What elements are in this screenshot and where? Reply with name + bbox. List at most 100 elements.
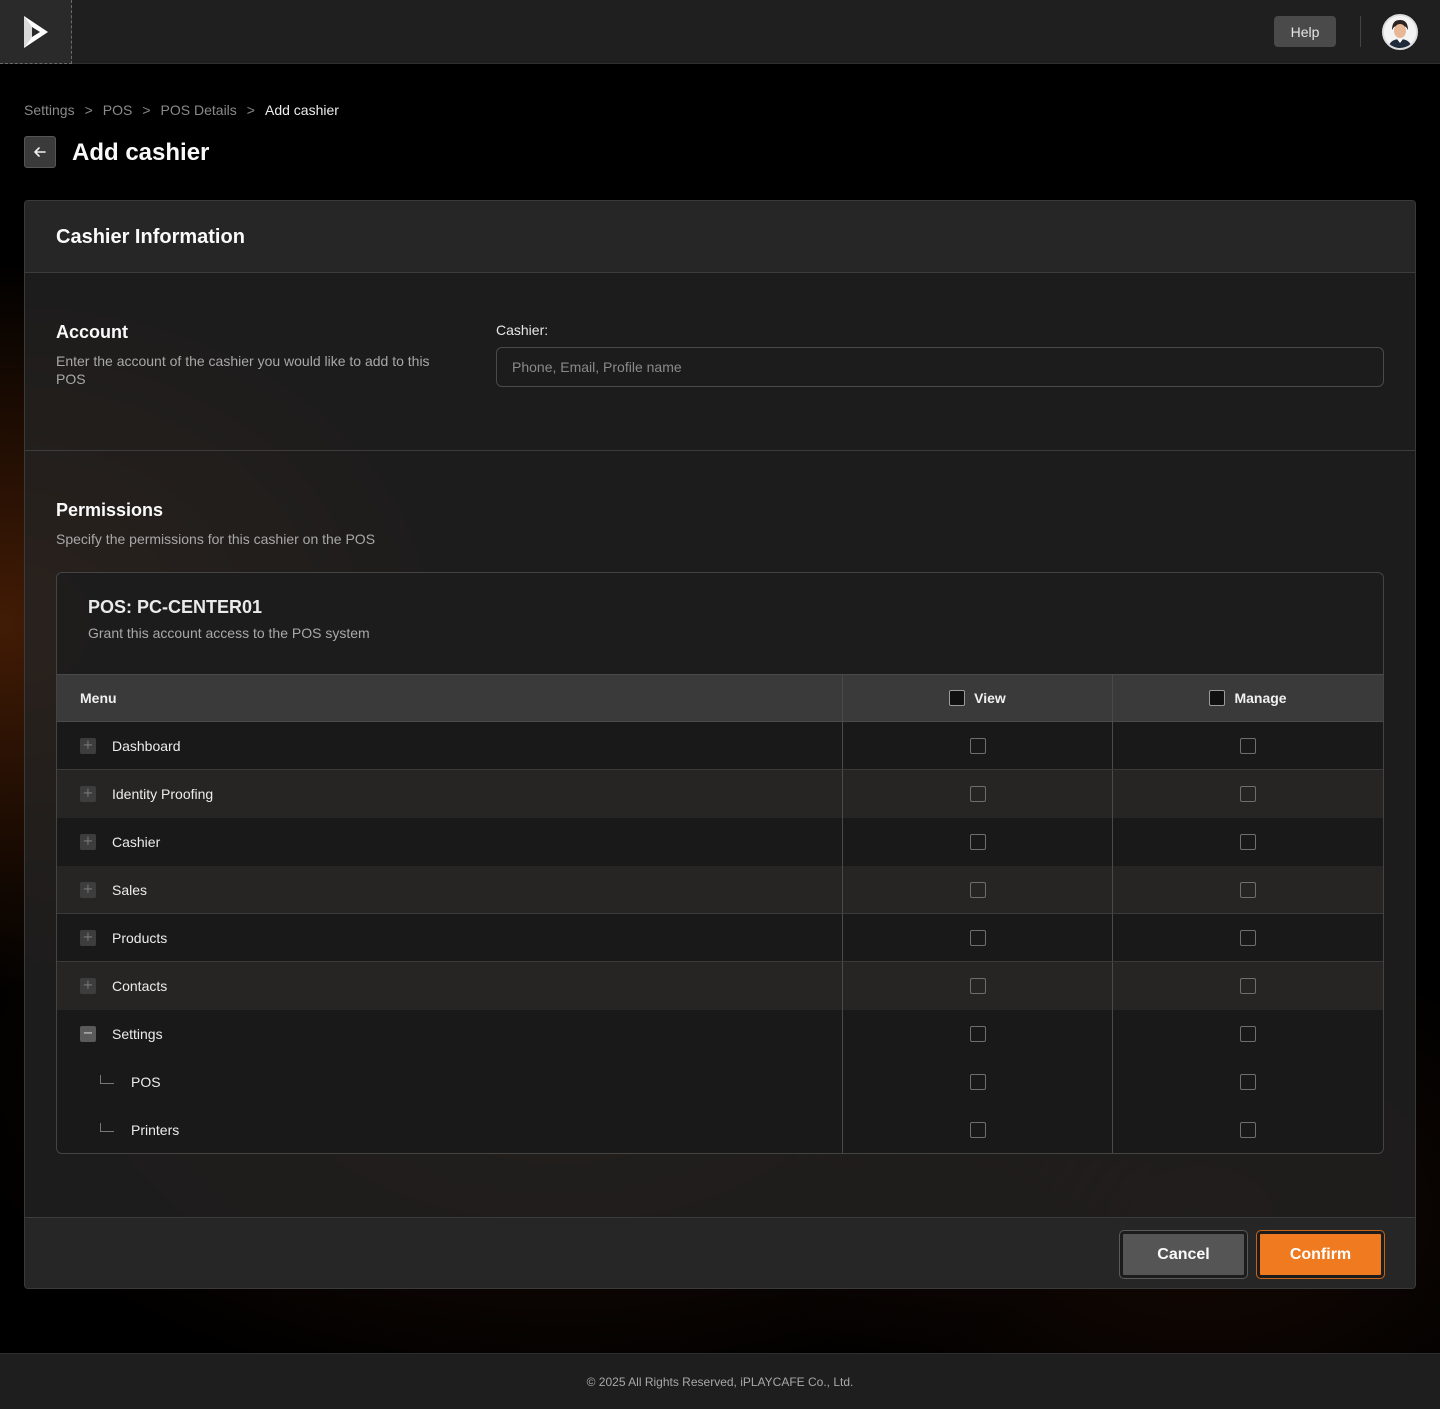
table-row: + Identity Proofing <box>57 770 1383 818</box>
expand-icon[interactable]: + <box>80 929 96 946</box>
permissions-section-title: Permissions <box>56 500 164 520</box>
table-row: + Sales <box>57 866 1383 914</box>
row-menu-cell: + Dashboard <box>57 722 843 769</box>
page-footer: © 2025 All Rights Reserved, iPLAYCAFE Co… <box>0 1353 1440 1409</box>
view-checkbox[interactable] <box>969 881 986 898</box>
select-all-manage-checkbox[interactable] <box>1209 690 1226 706</box>
card-title: Cashier Information <box>56 226 245 248</box>
topbar-divider <box>1360 16 1361 47</box>
expand-icon[interactable]: + <box>80 737 96 754</box>
cashier-input[interactable] <box>496 347 1384 387</box>
account-section-description: Enter the account of the cashier you wou… <box>56 353 430 387</box>
row-menu-cell: + Contacts <box>57 962 843 1010</box>
row-view-cell <box>843 1106 1113 1153</box>
row-menu-cell: POS <box>57 1058 843 1106</box>
pos-permissions-box: POS: PC-CENTER01 Grant this account acce… <box>56 572 1384 1154</box>
column-header-menu: Menu <box>80 690 117 706</box>
row-manage-cell <box>1113 1058 1383 1106</box>
table-header: Menu View Manage <box>57 674 1383 722</box>
row-menu-cell: + Cashier <box>57 818 843 866</box>
row-menu-cell: − Settings <box>57 1010 843 1058</box>
view-checkbox[interactable] <box>969 929 986 946</box>
row-label: Cashier <box>112 834 161 850</box>
row-label: Sales <box>112 881 148 898</box>
expand-icon[interactable]: + <box>80 978 96 994</box>
manage-checkbox[interactable] <box>1240 1074 1256 1090</box>
breadcrumb-item-current: Add cashier <box>264 102 339 118</box>
account-section-title: Account <box>56 322 128 342</box>
manage-checkbox[interactable] <box>1240 1026 1256 1042</box>
row-manage-cell <box>1113 722 1383 769</box>
pos-title: POS: PC-CENTER01 <box>88 597 263 617</box>
view-checkbox[interactable] <box>969 1074 986 1090</box>
row-menu-cell: Printers <box>57 1106 843 1153</box>
breadcrumb-separator: > <box>246 102 255 118</box>
row-menu-cell: + Identity Proofing <box>57 770 843 818</box>
pos-description: Grant this account access to the POS sys… <box>88 625 370 641</box>
top-bar: Help <box>0 0 1440 64</box>
tree-branch-icon <box>100 1074 114 1084</box>
select-all-view-checkbox[interactable] <box>949 690 966 706</box>
row-label: Printers <box>131 1122 180 1138</box>
row-manage-cell <box>1113 866 1383 913</box>
manage-checkbox[interactable] <box>1240 1122 1256 1138</box>
row-label: Products <box>112 929 168 946</box>
row-label: Contacts <box>112 978 168 994</box>
view-checkbox[interactable] <box>969 978 986 994</box>
expand-icon[interactable]: + <box>80 786 96 802</box>
row-view-cell <box>843 770 1113 818</box>
breadcrumb-separator: > <box>84 102 93 118</box>
table-row: + Products <box>57 914 1383 962</box>
view-checkbox[interactable] <box>969 737 986 754</box>
table-row: + Contacts <box>57 962 1383 1010</box>
view-checkbox[interactable] <box>969 1122 986 1138</box>
user-avatar-icon <box>1384 16 1416 48</box>
row-label: Settings <box>112 1026 163 1042</box>
avatar[interactable] <box>1382 14 1418 50</box>
row-manage-cell <box>1113 818 1383 866</box>
confirm-button[interactable]: Confirm <box>1257 1231 1384 1278</box>
row-view-cell <box>843 818 1113 866</box>
back-button[interactable] <box>24 136 56 168</box>
row-manage-cell <box>1113 770 1383 818</box>
cashier-field-label: Cashier: <box>496 322 549 338</box>
table-row: + Dashboard <box>57 722 1383 770</box>
permissions-table: Menu View Manage + Dashboard + Identity … <box>57 674 1383 1153</box>
column-header-view: View <box>974 690 1006 706</box>
row-label: POS <box>131 1074 161 1090</box>
card-header: Cashier Information <box>25 201 1415 273</box>
manage-checkbox[interactable] <box>1240 786 1256 802</box>
app-logo[interactable] <box>0 0 72 64</box>
manage-checkbox[interactable] <box>1240 834 1256 850</box>
row-view-cell <box>843 962 1113 1010</box>
row-label: Identity Proofing <box>112 786 214 802</box>
row-manage-cell <box>1113 1010 1383 1058</box>
cancel-button[interactable]: Cancel <box>1120 1231 1247 1278</box>
help-button[interactable]: Help <box>1274 16 1336 47</box>
tree-branch-icon <box>100 1122 114 1132</box>
column-header-manage: Manage <box>1234 690 1287 706</box>
view-checkbox[interactable] <box>969 834 986 850</box>
column-manage: Manage <box>1113 675 1383 721</box>
breadcrumb-item-settings[interactable]: Settings <box>24 102 75 118</box>
expand-icon[interactable]: + <box>80 881 96 898</box>
manage-checkbox[interactable] <box>1240 881 1256 898</box>
row-view-cell <box>843 1010 1113 1058</box>
manage-checkbox[interactable] <box>1240 737 1256 754</box>
table-row-child: POS <box>57 1058 1383 1106</box>
row-view-cell <box>843 914 1113 961</box>
manage-checkbox[interactable] <box>1240 978 1256 994</box>
breadcrumb-item-pos-details[interactable]: POS Details <box>161 102 237 118</box>
breadcrumb-item-pos[interactable]: POS <box>103 102 133 118</box>
column-view: View <box>843 675 1113 721</box>
table-row: − Settings <box>57 1010 1383 1058</box>
row-menu-cell: + Products <box>57 914 843 961</box>
breadcrumb-separator: > <box>142 102 151 118</box>
table-row-child: Printers <box>57 1106 1383 1153</box>
collapse-icon[interactable]: − <box>80 1026 96 1042</box>
expand-icon[interactable]: + <box>80 834 96 850</box>
view-checkbox[interactable] <box>969 786 986 802</box>
card-footer: Cancel Confirm <box>25 1217 1415 1288</box>
view-checkbox[interactable] <box>969 1026 986 1042</box>
manage-checkbox[interactable] <box>1240 929 1256 946</box>
